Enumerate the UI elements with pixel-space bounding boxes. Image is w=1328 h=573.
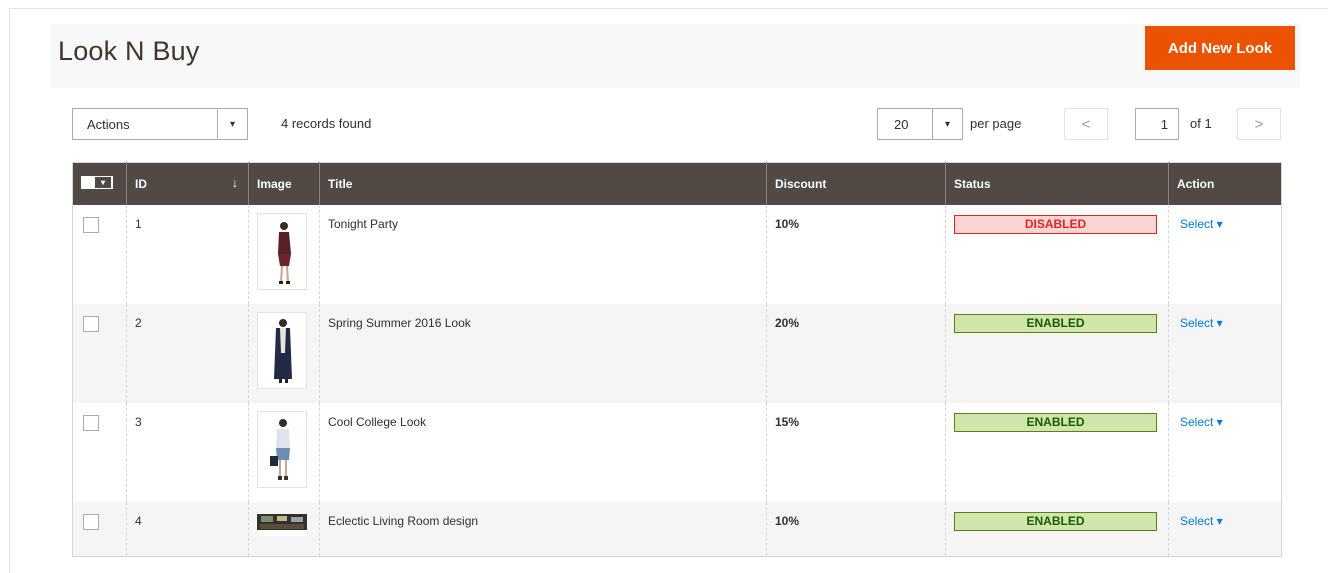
row-action-select[interactable]: Select ▾	[1177, 217, 1223, 231]
column-header-action: Action	[1168, 162, 1282, 205]
per-page-value: 20	[894, 116, 909, 132]
row-checkbox[interactable]	[83, 414, 99, 431]
status-badge: ENABLED	[954, 412, 1157, 432]
column-header-title[interactable]: Title	[319, 162, 767, 205]
row-title: Tonight Party	[319, 204, 767, 304]
grid-toolbar: Actions ▾ 4 records found 20 ▾ per page …	[72, 108, 1282, 142]
mass-select-checkbox[interactable]: ▾	[81, 176, 113, 190]
frame-left-border	[9, 8, 10, 573]
row-action-select[interactable]: Select ▾	[1177, 415, 1223, 429]
sort-arrow-icon[interactable]: ↓	[232, 176, 238, 190]
row-id: 4	[126, 501, 249, 557]
row-id: 1	[126, 204, 249, 304]
row-checkbox[interactable]	[83, 513, 99, 530]
records-found-text: 4 records found	[281, 116, 372, 131]
next-page-button[interactable]: >	[1237, 108, 1281, 140]
status-badge: ENABLED	[954, 313, 1157, 333]
table-row: 2 Spring Summer 2016 Look 20% ENABLED Se…	[72, 303, 1282, 403]
per-page-dropdown[interactable]: 20 ▾	[877, 108, 963, 140]
row-discount: 15%	[766, 402, 946, 502]
column-header-status[interactable]: Status	[945, 162, 1169, 205]
previous-page-button[interactable]: <	[1064, 108, 1108, 140]
looks-grid: ▾ ID ↓ Image Title Discount Status Actio…	[72, 162, 1282, 557]
row-title: Eclectic Living Room design	[319, 501, 767, 557]
table-row: 3 Cool College Look 15% ENABLED Select ▾	[72, 402, 1282, 502]
chevron-down-icon[interactable]: ▾	[932, 109, 962, 139]
living-room-thumbnail	[257, 513, 307, 536]
chevron-down-icon[interactable]: ▾	[95, 177, 111, 189]
row-checkbox[interactable]	[83, 315, 99, 332]
per-page-label: per page	[970, 116, 1022, 131]
mass-select-header[interactable]: ▾	[72, 162, 127, 205]
grid-header-row: ▾ ID ↓ Image Title Discount Status Actio…	[72, 162, 1282, 205]
table-row: 1 Tonight Party 10% DISABLED Select ▾	[72, 204, 1282, 304]
mass-actions-dropdown[interactable]: Actions ▾	[72, 108, 248, 140]
row-discount: 10%	[766, 204, 946, 304]
row-checkbox[interactable]	[83, 216, 99, 233]
status-badge: DISABLED	[954, 214, 1157, 234]
current-page-input[interactable]: 1	[1135, 108, 1179, 140]
row-title: Spring Summer 2016 Look	[319, 303, 767, 403]
row-id: 3	[126, 402, 249, 502]
column-header-id-label: ID	[135, 176, 147, 191]
row-discount: 20%	[766, 303, 946, 403]
row-discount: 10%	[766, 501, 946, 557]
page-header: Look N Buy Add New Look	[50, 24, 1300, 88]
chevron-down-icon[interactable]: ▾	[217, 109, 247, 139]
model-casual-thumbnail	[257, 410, 307, 488]
row-action-select[interactable]: Select ▾	[1177, 316, 1223, 330]
row-action-select[interactable]: Select ▾	[1177, 514, 1223, 528]
add-new-look-button[interactable]: Add New Look	[1145, 26, 1295, 70]
model-long-coat-thumbnail	[257, 311, 307, 389]
page-title: Look N Buy	[58, 36, 200, 66]
column-header-id[interactable]: ID ↓	[126, 162, 249, 205]
model-maroon-dress-thumbnail	[257, 212, 307, 290]
column-header-discount[interactable]: Discount	[766, 162, 946, 205]
frame-top-border	[9, 8, 1328, 9]
row-title: Cool College Look	[319, 402, 767, 502]
column-header-image[interactable]: Image	[248, 162, 320, 205]
status-badge: ENABLED	[954, 511, 1157, 531]
total-pages-text: of 1	[1190, 116, 1212, 131]
table-row: 4 Eclectic Living Room design 10% ENABLE…	[72, 501, 1282, 557]
row-id: 2	[126, 303, 249, 403]
mass-actions-label: Actions	[87, 116, 130, 132]
